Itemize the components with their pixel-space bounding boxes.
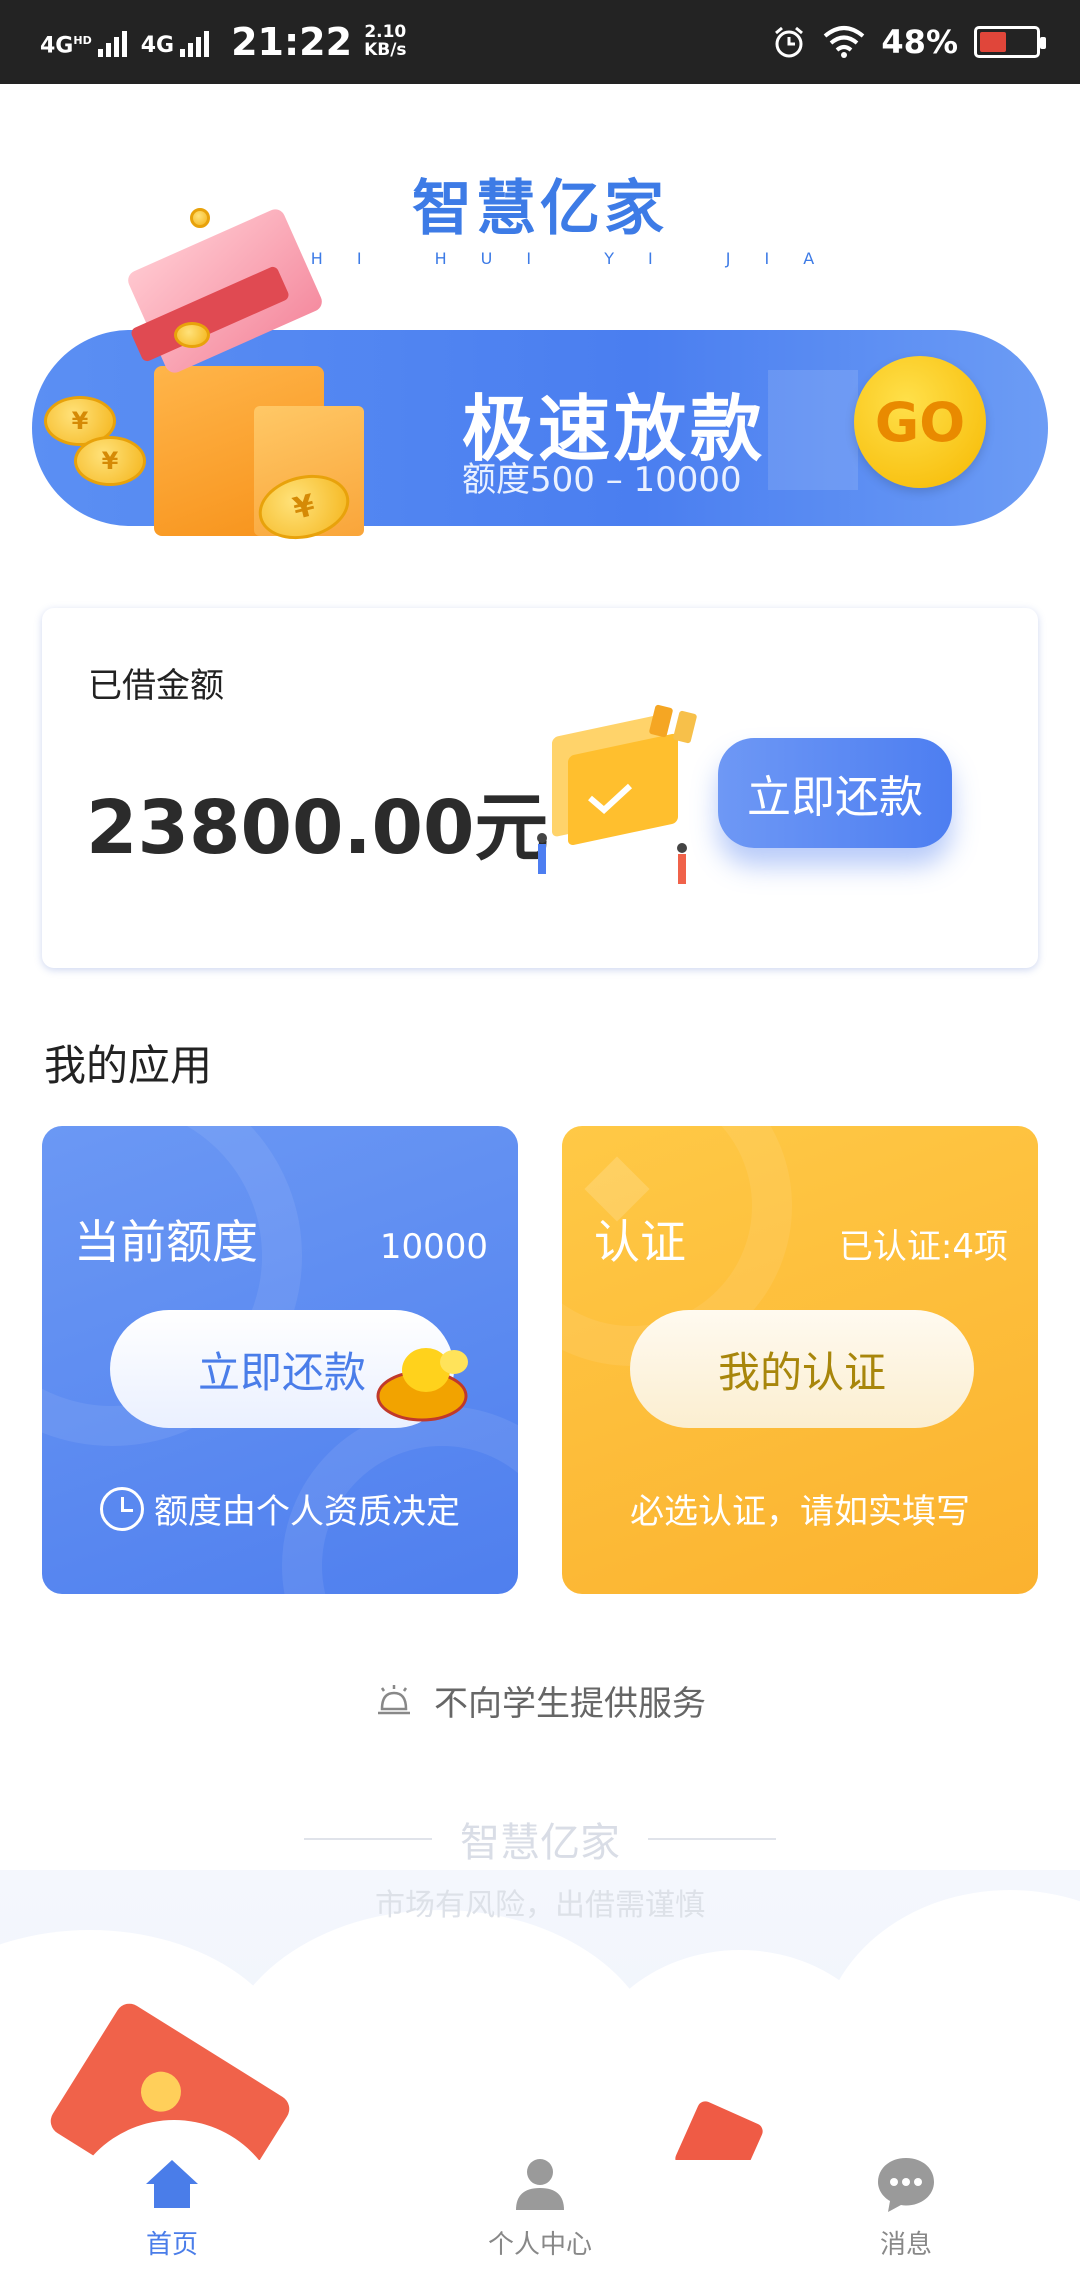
borrowed-amount: 23800.00元 — [86, 785, 549, 871]
nav-home[interactable]: 首页 — [72, 2152, 272, 2261]
verification-title: 认证 — [594, 1215, 686, 1269]
alarm-icon — [775, 26, 804, 58]
alarm-bell-icon — [378, 1684, 410, 1714]
banner-subtitle: 额度500 – 10000 — [462, 460, 742, 500]
chat-icon — [878, 2158, 934, 2212]
status-time: 21:22 — [231, 20, 353, 64]
banner-decoration — [768, 370, 858, 490]
signal-4g-icon: 4G — [141, 27, 210, 57]
quota-value: 10000 — [379, 1227, 488, 1267]
bottom-nav: 首页 个人中心 消息 — [0, 2120, 1080, 2280]
quota-card[interactable]: 当前额度 10000 立即还款 额度由个人资质决定 — [42, 1126, 518, 1594]
footer-brand-name: 智慧亿家 — [460, 1820, 620, 1866]
money-illustration: ¥ ¥ ¥ — [44, 196, 404, 556]
verification-count: 已认证:4项 — [838, 1227, 1008, 1267]
nav-messages-label: 消息 — [879, 2230, 932, 2260]
quota-title: 当前额度 — [74, 1215, 258, 1269]
go-button[interactable]: GO — [854, 356, 986, 488]
status-bar: 4GHD 4G 21:22 2.10 KB/s 48% — [0, 0, 1080, 84]
risk-tagline: 市场有风险，出借需谨慎 — [375, 1888, 705, 1923]
network-speed: 2.10 KB/s — [364, 22, 407, 60]
student-notice: 不向学生提供服务 — [0, 1676, 1080, 1725]
battery-percent: 48% — [881, 23, 958, 61]
my-apps-title: 我的应用 — [44, 1041, 213, 1090]
clock-icon — [100, 1486, 144, 1531]
wifi-icon — [824, 26, 865, 58]
repay-now-button[interactable]: 立即还款 — [718, 738, 952, 848]
my-verification-button[interactable]: 我的认证 — [630, 1310, 974, 1428]
home-icon — [146, 2160, 198, 2208]
quota-footnote: 额度由个人资质决定 — [154, 1492, 460, 1532]
footer-brand: 智慧亿家 — [0, 1810, 1080, 1868]
nav-profile-label: 个人中心 — [487, 2230, 592, 2260]
person-icon — [516, 2159, 564, 2210]
nav-profile[interactable]: 个人中心 — [440, 2152, 640, 2261]
nav-home-label: 首页 — [145, 2230, 198, 2260]
notice-text: 不向学生提供服务 — [434, 1684, 706, 1724]
verification-footnote: 必选认证，请如实填写 — [630, 1492, 970, 1532]
verification-card[interactable]: 认证 已认证:4项 我的认证 必选认证，请如实填写 — [562, 1126, 1038, 1594]
gold-ingot-icon — [376, 1348, 468, 1422]
borrowed-amount-card: 已借金额 23800.00元 立即还款 — [42, 608, 1038, 968]
finance-illustration — [537, 704, 697, 884]
signal-4g-hd-icon: 4GHD — [40, 27, 127, 57]
borrowed-label: 已借金额 — [88, 666, 224, 706]
battery-icon — [974, 26, 1046, 58]
nav-messages[interactable]: 消息 — [806, 2152, 1006, 2261]
